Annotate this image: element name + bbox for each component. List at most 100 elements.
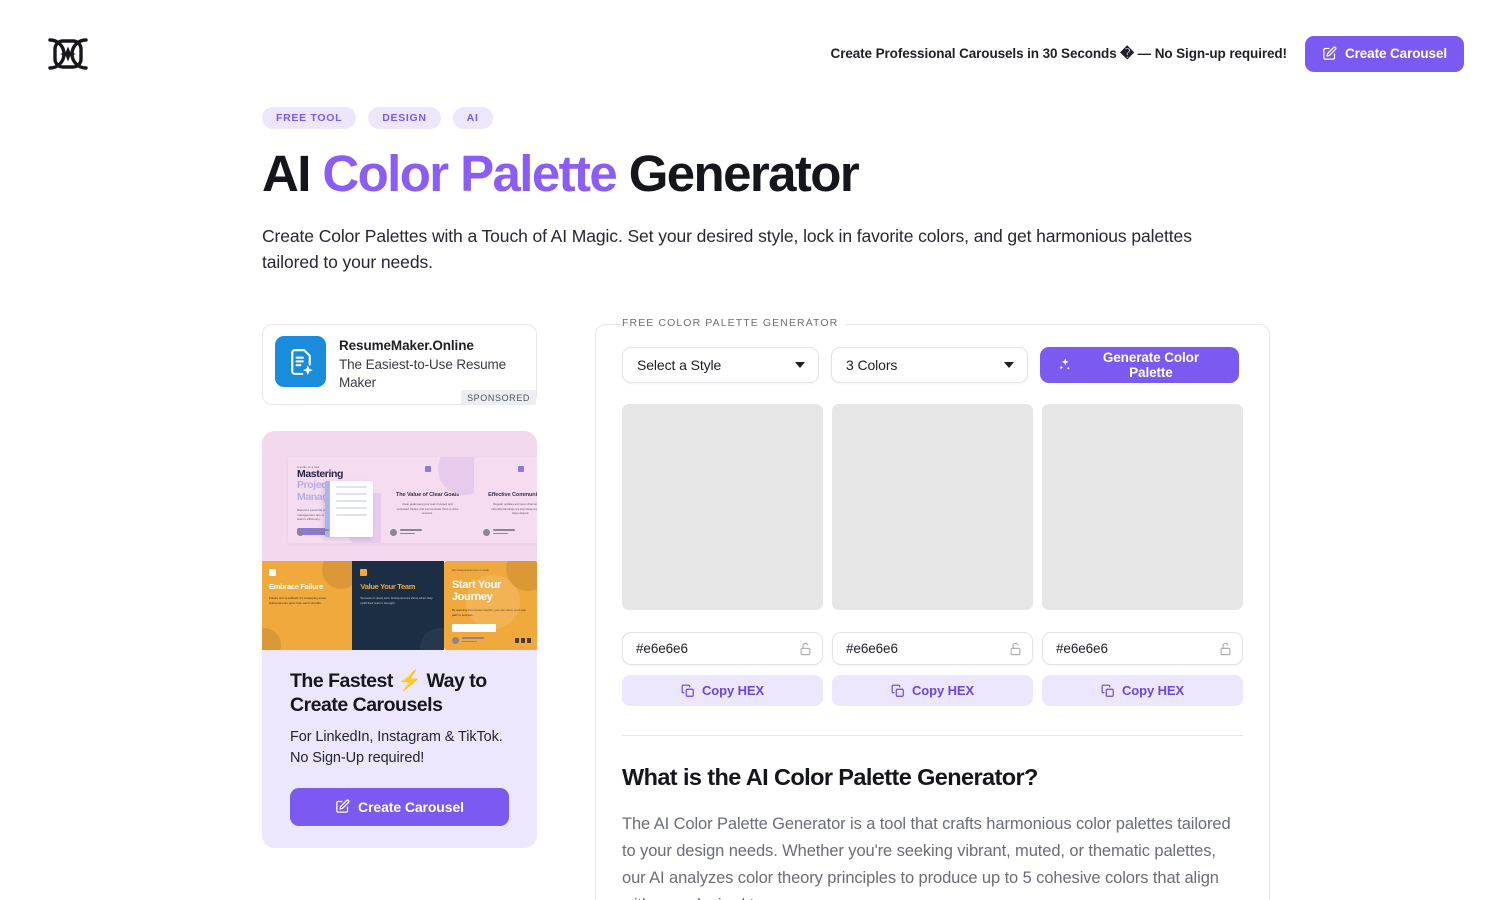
color-swatch-3[interactable]: [1042, 404, 1243, 611]
preview-1-slide-2-body: Clear goals keep your team focused and m…: [396, 502, 459, 516]
preview-2-footer-lines: [461, 637, 484, 643]
color-swatch-2[interactable]: [832, 404, 1033, 611]
create-carousel-button-header-label: Create Carousel: [1344, 46, 1447, 61]
create-carousel-button-sidebar[interactable]: Create Carousel: [290, 787, 509, 826]
preview-1-slide-2: The Value of Clear Goals Clear goals kee…: [381, 457, 474, 543]
promo-subtext: For LinkedIn, Instagram & TikTok. No Sig…: [290, 728, 503, 766]
promo-heading: The Fastest ⚡ Way to Create Carousels: [290, 670, 487, 716]
chevron-down-icon: [1004, 362, 1014, 369]
color-count-select-value: 3 Colors: [846, 357, 898, 374]
preview-2-slide-2-body: Success is rarely solo. Entrepreneurs th…: [360, 596, 433, 605]
sponsored-label: SPONSORED: [461, 390, 536, 406]
hex-input-3[interactable]: #e6e6e6: [1042, 632, 1243, 666]
copy-hex-button-3[interactable]: Copy HEX: [1042, 675, 1243, 707]
generator-controls: Select a Style 3 Colors Generate Color P…: [622, 347, 1243, 384]
avatar: [297, 529, 304, 537]
unlock-icon: [1010, 642, 1021, 655]
site-logo[interactable]: [36, 37, 96, 71]
badge-design[interactable]: DESIGN: [368, 107, 441, 129]
color-swatch-1[interactable]: [622, 404, 823, 611]
preview-2-slide-1-title-dark: Embrace: [269, 582, 299, 592]
generate-color-palette-button[interactable]: Generate Color Palette: [1040, 347, 1239, 384]
preview-1-slide-3: Effective Communication Regular updates …: [474, 457, 537, 543]
hex-input-2[interactable]: #e6e6e6: [832, 632, 1033, 666]
swatch-column-2: #e6e6e6 Copy HEX: [832, 404, 1033, 707]
article-heading: What is the AI Color Palette Generator?: [622, 764, 1038, 791]
style-select-value: Select a Style: [637, 357, 722, 374]
top-navigation-bar: Create Professional Carousels in 30 Seco…: [0, 0, 1500, 107]
style-select[interactable]: Select a Style: [622, 347, 819, 384]
copy-hex-button-1-label: Copy HEX: [701, 683, 765, 699]
topbar-right-group: Create Professional Carousels in 30 Seco…: [830, 35, 1464, 72]
copy-icon: [891, 684, 904, 697]
carousel-preview-image-1: A guide to a new Mastering Project Manag…: [262, 431, 537, 562]
avatar: [483, 529, 490, 537]
preview-1-heading-dark: Mastering: [297, 468, 343, 481]
generator-panel: FREE COLOR PALETTE GENERATOR Select a St…: [595, 317, 1270, 900]
hero-section: FREE TOOL DESIGN AI AI Color Palette Gen…: [0, 107, 1500, 276]
lock-toggle-1[interactable]: [798, 641, 813, 656]
preview-2-slide-3-footer: [451, 637, 484, 645]
generate-color-palette-button-label: Generate Color Palette: [1102, 350, 1199, 381]
lock-toggle-3[interactable]: [1218, 641, 1233, 656]
preview-1-slide-3-footer-lines: [493, 529, 515, 535]
color-count-select[interactable]: 3 Colors: [831, 347, 1028, 384]
lock-toggle-2[interactable]: [1008, 641, 1023, 656]
topbar-promo-text: Create Professional Carousels in 30 Seco…: [830, 45, 1288, 61]
preview-1-slide-3-title: Effective Communication: [488, 492, 537, 499]
hex-input-2-value: #e6e6e6: [846, 641, 898, 657]
avatar: [390, 529, 397, 537]
sparkles-icon: [1058, 358, 1070, 370]
badge-free-tool[interactable]: FREE TOOL: [262, 107, 357, 129]
generator-legend: FREE COLOR PALETTE GENERATOR: [622, 317, 847, 330]
page-title: AI Color Palette Generator: [262, 144, 1464, 202]
page-title-post: Generator: [616, 144, 860, 202]
badge-ai[interactable]: AI: [452, 107, 493, 129]
carousel-preview-1-slides: A guide to a new Mastering Project Manag…: [288, 457, 537, 544]
preview-1-footer: [297, 529, 329, 537]
pencil-square-icon: [336, 799, 350, 813]
preview-1-slide-3-body: Regular updates and open channels ensure…: [491, 502, 537, 516]
preview-2-slide-2: Value Your Team Success is rarely solo. …: [352, 561, 444, 651]
sidebar: ResumeMaker.Online The Easiest-to-Use Re…: [262, 324, 537, 848]
carousel-preview-image-2: Embrace Failure Failure isn't a setback;…: [262, 561, 537, 651]
swatch-row: #e6e6e6 Copy HEX #e6e6e6 Copy HEX #e6e6e…: [622, 404, 1243, 707]
preview-2-slide-2-number: [360, 569, 368, 577]
sponsored-ad-card[interactable]: ResumeMaker.Online The Easiest-to-Use Re…: [262, 324, 537, 406]
preview-1-slide-2-number: [424, 466, 431, 473]
pencil-square-icon: [1323, 46, 1337, 60]
preview-1-device-mock: [325, 481, 373, 538]
swatch-column-1: #e6e6e6 Copy HEX: [622, 404, 823, 707]
main-content: FREE COLOR PALETTE GENERATOR Select a St…: [595, 317, 1270, 900]
content-columns: ResumeMaker.Online The Easiest-to-Use Re…: [0, 317, 1500, 900]
copy-hex-button-2-label: Copy HEX: [911, 683, 975, 699]
promo-card-body: The Fastest ⚡ Way to Create Carousels Fo…: [262, 650, 537, 826]
copy-icon: [681, 684, 694, 697]
copy-hex-button-2[interactable]: Copy HEX: [832, 675, 1033, 707]
hex-input-1[interactable]: #e6e6e6: [622, 632, 823, 666]
section-divider: [622, 735, 1243, 737]
preview-2-slide-1-title-light: Failure: [300, 582, 323, 592]
sponsor-app-icon: [275, 336, 326, 388]
avatar: [451, 637, 459, 645]
doc-sparkle-logo-icon: [48, 37, 88, 70]
preview-1-slide-2-footer: [390, 529, 422, 537]
copy-hex-button-1[interactable]: Copy HEX: [622, 675, 823, 707]
unlock-icon: [800, 642, 811, 655]
sponsor-title: ResumeMaker.Online: [339, 338, 474, 354]
preview-2-social-icons: [515, 638, 531, 644]
sponsor-description: The Easiest-to-Use Resume Maker: [339, 357, 507, 391]
unlock-icon: [1220, 642, 1231, 655]
sponsor-text-block: ResumeMaker.Online The Easiest-to-Use Re…: [339, 336, 524, 392]
promo-card: A guide to a new Mastering Project Manag…: [262, 431, 537, 848]
resume-document-sparkle-icon: [290, 348, 313, 375]
hex-input-3-value: #e6e6e6: [1056, 641, 1108, 657]
page-title-accent: Color Palette: [322, 144, 617, 202]
preview-1-slide-1: A guide to a new Mastering Project Manag…: [288, 457, 381, 544]
preview-2-slide-1: Embrace Failure Failure isn't a setback;…: [262, 561, 353, 651]
create-carousel-button-header[interactable]: Create Carousel: [1304, 35, 1464, 72]
preview-2-slide-1-body: Failure isn't a setback; it's a stepping…: [269, 596, 327, 605]
preview-1-slide-3-number: [517, 466, 524, 473]
preview-2-slide-1-number: [269, 569, 276, 577]
hex-input-1-value: #e6e6e6: [636, 641, 688, 657]
